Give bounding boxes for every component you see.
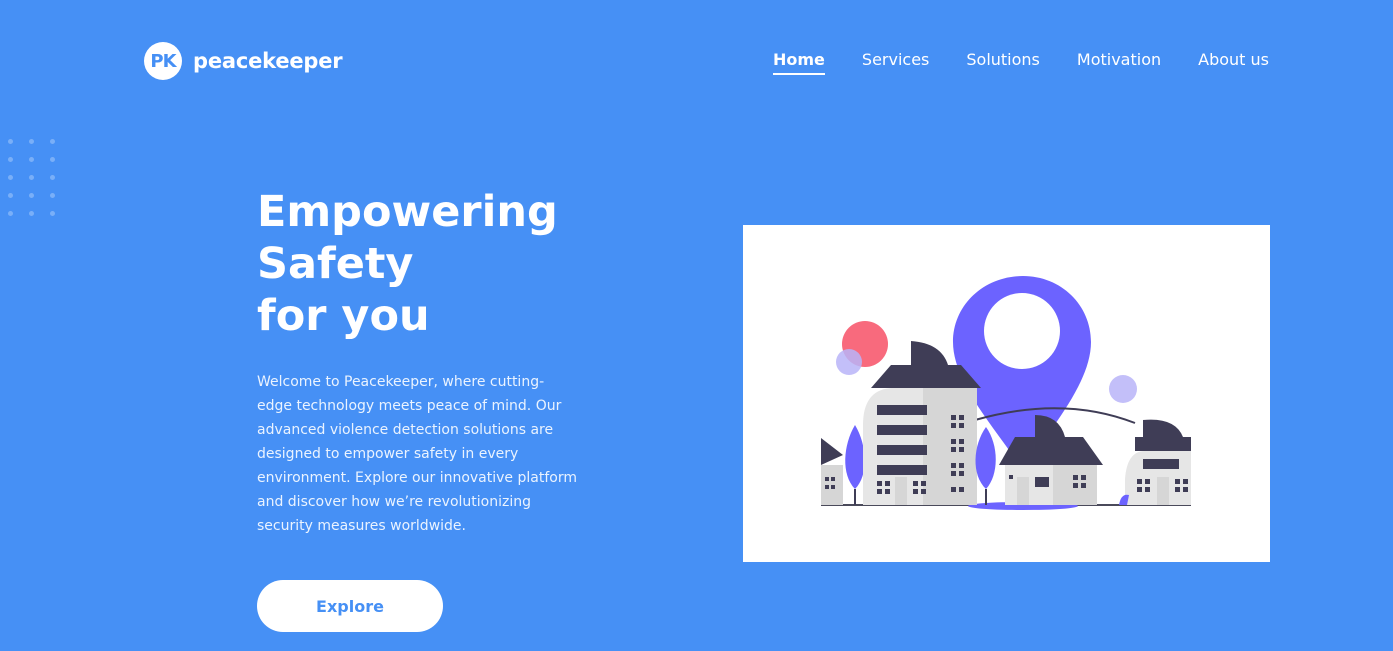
nav-item-about-us[interactable]: About us — [1198, 50, 1269, 75]
nav-item-solutions[interactable]: Solutions — [966, 50, 1040, 75]
decorative-dot-grid — [8, 139, 55, 216]
brand-logo[interactable]: PK peacekeeper — [144, 42, 343, 80]
nav-item-services[interactable]: Services — [862, 50, 929, 75]
city-location-pin-icon — [821, 276, 1191, 510]
brand-name: peacekeeper — [193, 49, 343, 73]
hero-title-line-1: Empowering — [257, 187, 558, 237]
logo-badge-icon: PK — [144, 42, 182, 80]
nav-item-home[interactable]: Home — [773, 50, 825, 75]
hero-illustration — [743, 225, 1270, 562]
hero-title: Empowering Safety for you — [257, 186, 587, 342]
explore-button[interactable]: Explore — [257, 580, 443, 632]
nav-item-motivation[interactable]: Motivation — [1077, 50, 1161, 75]
hero-title-line-3: for you — [257, 291, 430, 341]
hero-title-line-2: Safety — [257, 239, 414, 289]
hero-description: Welcome to Peacekeeper, where cutting-ed… — [257, 374, 577, 534]
main-nav: Home Services Solutions Motivation About… — [773, 50, 1269, 75]
